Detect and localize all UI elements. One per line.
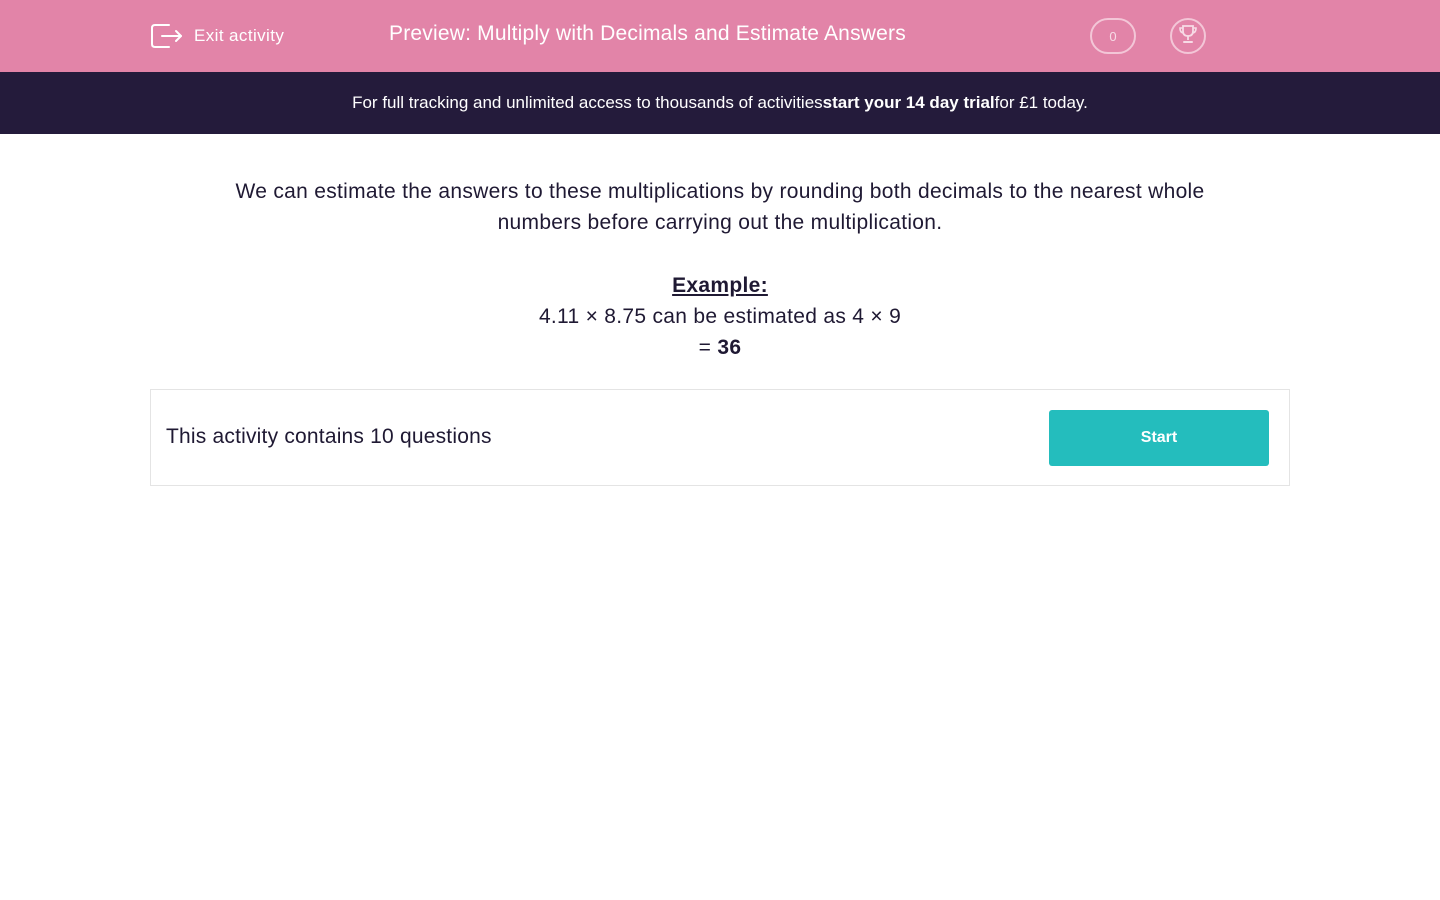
exit-icon — [150, 21, 184, 51]
example-heading: Example: — [672, 274, 768, 297]
top-bar: Exit activity Preview: Multiply with Dec… — [0, 0, 1440, 72]
example-result: = 36 — [160, 332, 1280, 363]
activity-question-count: This activity contains 10 questions — [166, 425, 492, 448]
activity-start-card: This activity contains 10 questions Star… — [150, 389, 1290, 486]
score-badge: 0 — [1090, 18, 1136, 54]
example-line: 4.11 × 8.75 can be estimated as 4 × 9 — [538, 305, 902, 328]
trial-promo-banner: For full tracking and unlimited access t… — [0, 72, 1440, 134]
example-result-prefix: = — [698, 336, 718, 359]
promo-text-suffix: for £1 today. — [994, 93, 1088, 112]
trophy-icon — [1177, 23, 1199, 50]
trophy-button[interactable] — [1170, 18, 1206, 54]
start-button[interactable]: Start — [1049, 410, 1269, 466]
start-trial-link[interactable]: start your 14 day trial — [823, 93, 995, 113]
worked-example: Example: 4.11 × 8.75 can be estimated as… — [160, 270, 1280, 363]
promo-text-prefix: For full tracking and unlimited access t… — [352, 93, 823, 112]
exit-activity-button[interactable]: Exit activity — [150, 20, 284, 52]
instructions-line-2: numbers before carrying out the multipli… — [497, 211, 943, 234]
page-title: Preview: Multiply with Decimals and Esti… — [389, 22, 906, 45]
instructions: We can estimate the answers to these mul… — [160, 176, 1280, 238]
exit-activity-label: Exit activity — [194, 26, 285, 45]
example-result-value: 36 — [717, 336, 742, 359]
instructions-line-1: We can estimate the answers to these mul… — [235, 180, 1205, 203]
